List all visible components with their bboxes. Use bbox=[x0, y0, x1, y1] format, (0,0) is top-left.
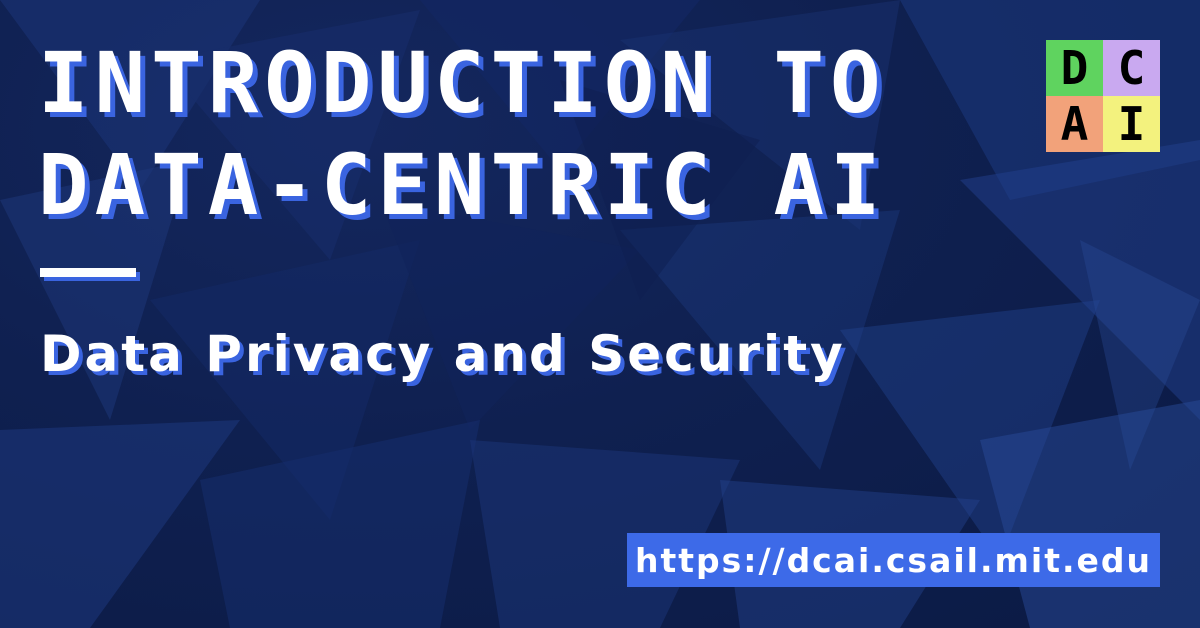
title-divider bbox=[40, 268, 136, 277]
banner: INTRODUCTION TO DATA-CENTRIC AI Data Pri… bbox=[0, 0, 1200, 628]
course-url-badge[interactable]: https://dcai.csail.mit.edu bbox=[626, 533, 1160, 587]
logo-cell-a: A bbox=[1046, 96, 1103, 152]
dcai-logo: D C A I bbox=[1046, 40, 1160, 152]
logo-cell-d: D bbox=[1046, 40, 1103, 96]
course-url-link[interactable]: https://dcai.csail.mit.edu bbox=[635, 541, 1152, 580]
course-title: INTRODUCTION TO DATA-CENTRIC AI bbox=[38, 32, 887, 236]
logo-cell-i: I bbox=[1103, 96, 1160, 152]
lecture-subtitle: Data Privacy and Security bbox=[40, 325, 846, 383]
logo-cell-c: C bbox=[1103, 40, 1160, 96]
course-title-line-1: INTRODUCTION TO bbox=[38, 34, 887, 132]
course-title-line-2: DATA-CENTRIC AI bbox=[38, 136, 887, 234]
